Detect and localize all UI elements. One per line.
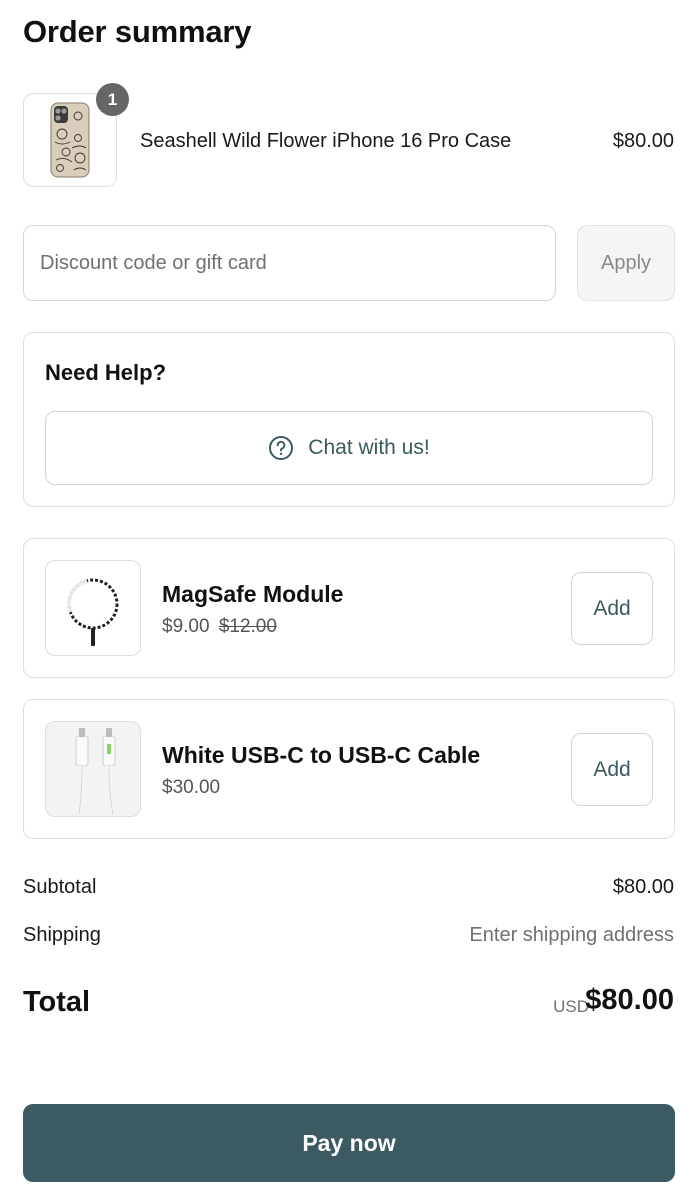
upsell-price: $9.00 $12.00 bbox=[162, 616, 277, 638]
upsell-thumbnail bbox=[45, 721, 141, 817]
question-circle-icon bbox=[269, 436, 294, 460]
help-title: Need Help? bbox=[45, 360, 167, 385]
upsell-name: White USB-C to USB-C Cable bbox=[162, 742, 481, 768]
add-cable-button[interactable]: Add bbox=[571, 733, 653, 806]
shipping-value: Enter shipping address bbox=[469, 924, 674, 946]
floral-phone-case-icon bbox=[50, 102, 90, 178]
pay-now-button[interactable]: Pay now bbox=[23, 1104, 675, 1182]
product-name: Seashell Wild Flower iPhone 16 Pro Case bbox=[140, 130, 512, 152]
apply-discount-button[interactable]: Apply bbox=[577, 225, 675, 301]
upsell-thumbnail bbox=[45, 560, 141, 656]
magsafe-ring-icon bbox=[67, 578, 119, 646]
subtotal-value: $80.00 bbox=[612, 876, 674, 898]
chat-with-us-button[interactable]: Chat with us! bbox=[45, 411, 653, 485]
currency-code: USD bbox=[553, 997, 589, 1016]
compare-at-price: $12.00 bbox=[218, 616, 277, 637]
total-label: Total bbox=[23, 986, 91, 1018]
usb-c-cable-icon bbox=[75, 728, 117, 814]
page-title: Order summary bbox=[23, 14, 252, 49]
sale-price: $9.00 bbox=[162, 616, 210, 637]
product-price: $80.00 bbox=[612, 130, 674, 152]
quantity-badge: 1 bbox=[96, 83, 129, 116]
chat-label: Chat with us! bbox=[308, 436, 430, 459]
sale-price: $30.00 bbox=[162, 777, 221, 798]
add-magsafe-button[interactable]: Add bbox=[571, 572, 653, 645]
subtotal-label: Subtotal bbox=[23, 876, 97, 898]
discount-code-input[interactable] bbox=[23, 225, 556, 301]
total-amount: $80.00 bbox=[585, 984, 674, 1016]
shipping-label: Shipping bbox=[23, 924, 101, 946]
upsell-price: $30.00 bbox=[162, 777, 220, 799]
upsell-name: MagSafe Module bbox=[162, 581, 344, 607]
